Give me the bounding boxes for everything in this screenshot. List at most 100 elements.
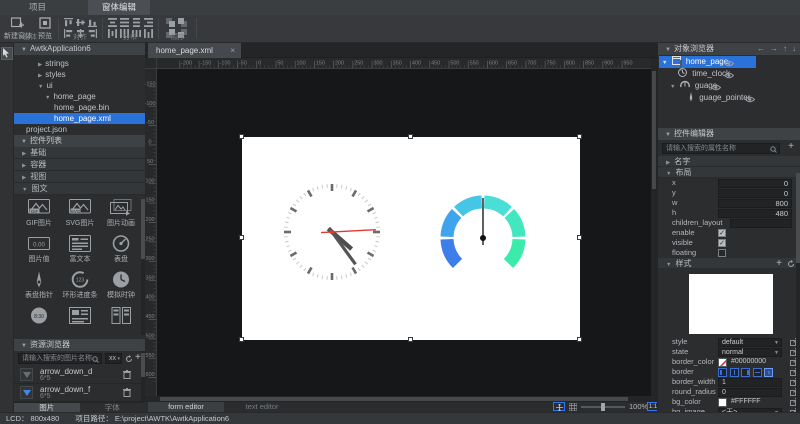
object-node-guage[interactable]: ▼ guage: [658, 80, 800, 92]
nav-left-icon[interactable]: ←: [757, 44, 765, 53]
tab-images[interactable]: 图片: [14, 402, 80, 412]
resize-handle[interactable]: [239, 235, 244, 240]
refresh-icon[interactable]: [787, 260, 795, 268]
widget-rich-text[interactable]: 富文本: [59, 235, 101, 264]
tab-fonts[interactable]: 字体: [80, 402, 146, 412]
tab-text-editor[interactable]: text editor: [224, 402, 300, 412]
section-style[interactable]: ▼样式 +: [658, 258, 800, 269]
style-select[interactable]: default▼: [718, 338, 782, 347]
object-node-time-clock[interactable]: time_clock: [658, 68, 800, 80]
widget-list-view[interactable]: [100, 307, 142, 324]
widget-svg-image[interactable]: SVG SVG图片: [59, 199, 101, 228]
tree-item-home-page-xml[interactable]: home_page.xml: [14, 113, 145, 124]
menu-tab-project[interactable]: 项目: [10, 0, 65, 15]
tree-item-home-page-bin[interactable]: home_page.bin: [14, 102, 145, 113]
time-clock-widget[interactable]: [277, 177, 387, 287]
eye-icon[interactable]: [724, 72, 734, 79]
category-view[interactable]: ▶视图: [14, 171, 145, 183]
resource-search-input[interactable]: 请输入搜索的图片名称: [18, 353, 102, 364]
section-layout[interactable]: ▼布局: [658, 167, 800, 178]
border-right-toggle[interactable]: [741, 368, 750, 377]
move-tool-icon[interactable]: [553, 402, 565, 411]
floating-checkbox[interactable]: [718, 249, 726, 257]
resize-handle[interactable]: [577, 337, 582, 342]
category-basic[interactable]: ▶基础: [14, 147, 145, 159]
close-icon[interactable]: ×: [230, 43, 235, 58]
widget-image-value[interactable]: 0.00 图片值: [18, 235, 60, 264]
section-name[interactable]: ▶名字: [658, 156, 800, 167]
align-bottom-icon[interactable]: [88, 18, 97, 27]
bg-color-swatch[interactable]: [718, 398, 727, 407]
tree-item-project-json[interactable]: project.json: [14, 124, 145, 135]
widget-text-frame[interactable]: [59, 307, 101, 324]
resize-handle[interactable]: [408, 337, 413, 342]
nav-right-icon[interactable]: →: [770, 44, 778, 53]
distribute-v2-icon[interactable]: [120, 18, 129, 27]
eye-icon[interactable]: [745, 96, 755, 103]
resource-filter-select[interactable]: xx▾: [105, 353, 122, 364]
resize-handle[interactable]: [577, 134, 582, 139]
align-vcenter-icon[interactable]: [76, 18, 85, 27]
widget-gif-image[interactable]: GIF GIF图片: [18, 199, 60, 228]
design-viewport[interactable]: [157, 69, 651, 396]
border-color-swatch[interactable]: [718, 358, 727, 367]
delete-icon[interactable]: [123, 388, 131, 397]
enable-checkbox[interactable]: ✓: [718, 229, 726, 237]
prop-y-input[interactable]: 0: [718, 189, 792, 198]
round-radius-input[interactable]: 0: [718, 388, 782, 397]
resource-item-arrow-down-f[interactable]: arrow_down_f 6*5: [14, 384, 145, 402]
align-top-icon[interactable]: [64, 18, 73, 27]
bring-front-icon[interactable]: [166, 18, 175, 27]
prop-children-layout-input[interactable]: [730, 219, 792, 228]
prop-h-input[interactable]: 480: [718, 209, 792, 218]
tree-item-strings[interactable]: ▶strings: [14, 58, 145, 69]
border-all-toggle[interactable]: [764, 368, 773, 377]
widget-image-animation[interactable]: 图片动画: [100, 199, 142, 228]
property-search-input[interactable]: 请输入搜索的属性名称: [662, 143, 780, 154]
prop-x-input[interactable]: 0: [718, 179, 792, 188]
eye-icon[interactable]: [724, 60, 734, 67]
project-root-row[interactable]: ▼AwtkApplication6: [14, 43, 145, 55]
resize-handle[interactable]: [239, 337, 244, 342]
resource-browser-header[interactable]: ▼资源浏览器: [14, 339, 145, 351]
resize-handle[interactable]: [239, 134, 244, 139]
zoom-slider-thumb[interactable]: [601, 403, 605, 411]
tree-item-home-page[interactable]: ▼home_page: [14, 91, 145, 102]
border-horizontal-toggle[interactable]: [753, 368, 762, 377]
widget-editor-header[interactable]: ▼控件编辑器: [658, 128, 800, 140]
eye-icon[interactable]: [711, 84, 721, 91]
resource-item-arrow-down-d[interactable]: arrow_down_d 6*5: [14, 366, 145, 384]
tree-item-styles[interactable]: ▶styles: [14, 69, 145, 80]
delete-icon[interactable]: [123, 370, 131, 379]
design-page-home-page[interactable]: [242, 137, 580, 340]
prop-w-input[interactable]: 800: [718, 199, 792, 208]
category-image-text[interactable]: ▼图文: [14, 183, 145, 195]
widget-list-header[interactable]: ▼控件列表: [14, 135, 145, 147]
resize-handle[interactable]: [577, 235, 582, 240]
select-tool-button[interactable]: [1, 47, 13, 60]
refresh-icon[interactable]: [125, 355, 133, 363]
menu-tab-form-edit[interactable]: 窗体编辑: [88, 0, 150, 15]
distribute-v4-icon[interactable]: [144, 18, 153, 27]
state-select[interactable]: normal▼: [718, 348, 782, 357]
add-resource-button[interactable]: +: [135, 352, 141, 363]
border-left-toggle[interactable]: [718, 368, 727, 377]
category-container[interactable]: ▶容器: [14, 159, 145, 171]
add-property-button[interactable]: +: [788, 141, 794, 152]
object-node-home-page[interactable]: ▼ home_page: [658, 56, 800, 68]
nav-up-icon[interactable]: ↑: [783, 44, 787, 53]
tree-item-ui[interactable]: ▼ui: [14, 80, 145, 91]
widget-gauge[interactable]: 表盘: [100, 235, 142, 264]
document-tab-home-page-xml[interactable]: home_page.xml×: [148, 43, 241, 58]
object-node-guage-pointer[interactable]: guage_pointer: [658, 92, 800, 104]
widget-progress-circle[interactable]: 123 环形进度条: [59, 271, 101, 300]
gauge-widget[interactable]: [428, 183, 538, 293]
distribute-v1-icon[interactable]: [108, 18, 117, 27]
widget-gauge-pointer[interactable]: 表盘指针: [18, 271, 60, 300]
border-width-input[interactable]: 1: [718, 378, 782, 387]
widget-analog-clock[interactable]: 模拟时钟: [100, 271, 142, 300]
border-middle-toggle[interactable]: [730, 368, 739, 377]
visible-checkbox[interactable]: ✓: [718, 239, 726, 247]
object-browser-header[interactable]: ▼对象浏览器 ←→↑↓: [658, 43, 800, 55]
nav-down-icon[interactable]: ↓: [792, 44, 796, 53]
